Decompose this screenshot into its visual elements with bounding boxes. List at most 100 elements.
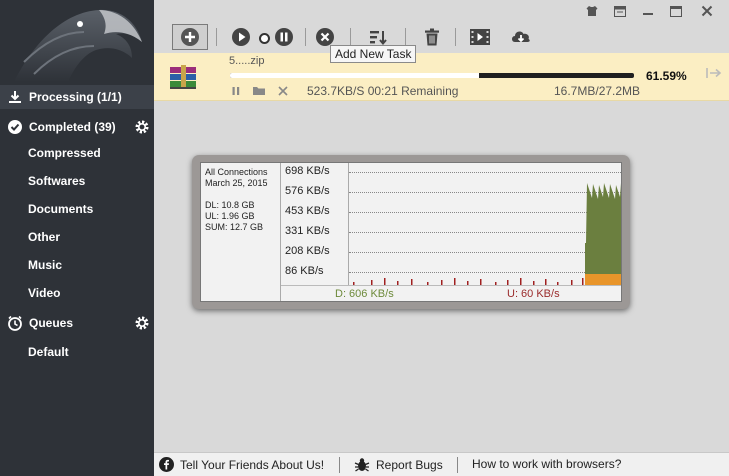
sidebar-item-processing[interactable]: Processing (1/1) [0,85,154,109]
progress-bar [230,73,634,78]
toolbar [154,0,729,50]
sidebar-item-label: Processing (1/1) [29,90,122,104]
y-tick-label: 576 KB/s [285,185,330,197]
cloud-download-icon [512,31,530,43]
minimize-button[interactable] [635,1,661,21]
download-icon [7,89,23,105]
upload-spike [384,278,386,285]
task-pause-icon[interactable] [231,85,241,99]
toolbar-separator [305,28,306,46]
delete-icon [425,28,439,46]
minimize-icon [643,13,653,15]
cloud-download-button[interactable] [508,24,534,50]
sidebar-item-video[interactable]: Video [0,281,154,305]
sidebar-item-label: Compressed [28,146,101,160]
stop-icon [316,28,334,46]
task-folder-icon[interactable] [252,84,266,99]
graph-info-panel: All Connections March 25, 2015 DL: 10.8 … [201,163,281,301]
sidebar-item-completed[interactable]: Completed (39) [0,115,154,139]
sidebar-item-music[interactable]: Music [0,253,154,277]
upload-spike [582,278,584,285]
close-icon [701,5,713,17]
graph-legend: D: 606 KB/s U: 60 KB/s [281,285,621,301]
cursor-indicator [259,33,270,44]
upload-speed-label: U: 60 KB/s [507,288,560,300]
settings-window-button[interactable] [607,1,633,21]
upload-spike [454,278,456,285]
gear-icon[interactable] [134,315,150,331]
check-circle-icon [7,119,23,135]
main-area: 5.....zip 61.59% 523.7KB/S 00:21 Remaini… [154,0,729,452]
archive-file-icon [170,65,196,89]
report-bugs-label: Report Bugs [376,457,443,472]
add-icon [181,28,199,46]
browsers-help-link[interactable]: How to work with browsers? [472,457,621,471]
task-sizes: 16.7MB/27.2MB [554,84,641,98]
progress-bar-fill [230,73,479,78]
download-speed-label: D: 606 KB/s [335,288,394,300]
task-speed-remaining: 523.7KB/S 00:21 Remaining [307,84,459,98]
facebook-icon [159,457,174,472]
add-task-button[interactable] [172,24,208,50]
download-area [585,183,621,285]
toolbar-separator [216,28,217,46]
eagle-logo-icon [4,2,150,84]
sidebar-item-label: Video [28,286,61,300]
video-button[interactable] [467,24,493,50]
y-tick-label: 331 KB/s [285,225,330,237]
play-icon [232,28,250,46]
close-button[interactable] [694,1,720,21]
gear-icon[interactable] [134,119,150,135]
sidebar-item-label: Completed (39) [29,120,116,134]
upload-area [585,274,621,285]
download-task-row[interactable]: 5.....zip 61.59% 523.7KB/S 00:21 Remaini… [154,53,729,101]
graph-info-dl: DL: 10.8 GB [205,200,255,210]
upload-spike [520,278,522,285]
graph-plot-area [349,163,621,285]
graph-info-ul: UL: 1.96 GB [205,211,255,221]
bottom-separator [339,457,340,473]
speed-graph-window[interactable]: All Connections March 25, 2015 DL: 10.8 … [192,155,630,309]
graph-info-title: All Connections [205,167,268,177]
start-button[interactable] [228,24,254,50]
graph-info-date: March 25, 2015 [205,178,268,188]
share-facebook-label: Tell Your Friends About Us! [180,457,325,472]
pause-button[interactable] [271,24,297,50]
delete-button[interactable] [419,24,445,50]
sidebar-item-queues[interactable]: Queues [0,311,154,335]
sidebar-item-other[interactable]: Other [0,225,154,249]
maximize-button[interactable] [663,1,689,21]
sidebar-item-label: Other [28,230,61,244]
y-tick-label: 208 KB/s [285,245,330,257]
sidebar-item-label: Softwares [28,174,86,188]
bottom-bar: Tell Your Friends About Us! Report Bugs … [154,452,729,476]
skin-button[interactable] [579,1,605,21]
maximize-icon [670,5,682,17]
shirt-icon [586,6,598,16]
graph-y-axis: 698 KB/s 576 KB/s 453 KB/s 331 KB/s 208 … [281,163,349,285]
progress-percent: 61.59% [646,69,687,83]
sidebar-item-label: Documents [28,202,94,216]
sort-icon [370,31,387,46]
sidebar-item-default[interactable]: Default [0,340,154,364]
sidebar-item-documents[interactable]: Documents [0,197,154,221]
toolbar-separator [405,28,406,46]
y-tick-label: 453 KB/s [285,205,330,217]
sidebar-item-label: Default [28,345,69,359]
y-tick-label: 86 KB/s [285,265,324,277]
toolbar-separator [455,28,456,46]
traffic-plot [353,183,621,285]
speed-graph: All Connections March 25, 2015 DL: 10.8 … [200,162,622,302]
sidebar-item-label: Queues [29,316,74,330]
task-cancel-icon[interactable] [278,85,288,99]
report-bugs-link[interactable]: Report Bugs [354,457,443,472]
y-tick-label: 698 KB/s [285,165,330,177]
toolbar-separator [350,28,351,46]
task-filename: 5.....zip [229,55,265,67]
sidebar-item-softwares[interactable]: Softwares [0,169,154,193]
clock-icon [7,315,23,331]
share-facebook-link[interactable]: Tell Your Friends About Us! [159,457,324,472]
bottom-separator [457,457,458,473]
open-folder-arrow-icon[interactable] [706,67,722,82]
sidebar-item-compressed[interactable]: Compressed [0,141,154,165]
